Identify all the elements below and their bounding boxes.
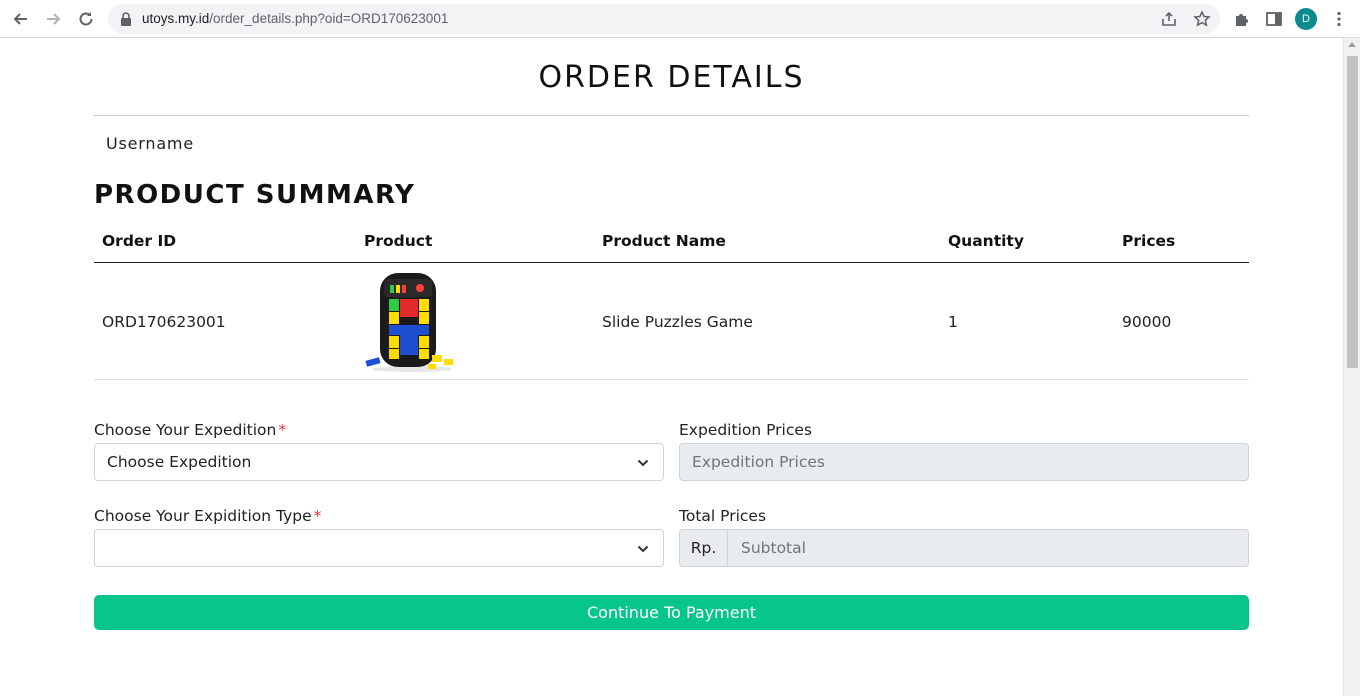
expedition-type-select[interactable]: [94, 529, 664, 567]
page-scrollbar[interactable]: [1343, 38, 1360, 696]
product-image: [365, 273, 453, 372]
chevron-down-icon: [637, 545, 649, 553]
total-prices-label: Total Prices: [679, 507, 767, 525]
expedition-label-text: Choose Your Expedition: [94, 421, 277, 439]
product-name-cell: Slide Puzzles Game: [602, 313, 753, 331]
scroll-up-arrow-icon[interactable]: [1348, 42, 1356, 47]
share-icon[interactable]: [1160, 10, 1178, 28]
scroll-thumb[interactable]: [1347, 56, 1358, 368]
reload-icon[interactable]: [74, 7, 98, 31]
expedition-type-label-text: Choose Your Expidition Type: [94, 507, 312, 525]
expedition-type-label: Choose Your Expidition Type *: [94, 507, 321, 525]
quantity-cell: 1: [948, 313, 958, 331]
column-header-order-id: Order ID: [102, 232, 177, 250]
subtotal-placeholder: Subtotal: [741, 539, 806, 557]
currency-addon: Rp.: [680, 530, 728, 566]
side-panel-icon[interactable]: [1265, 10, 1283, 28]
continue-to-payment-button[interactable]: Continue To Payment: [94, 595, 1249, 630]
expedition-prices-label: Expedition Prices: [679, 421, 812, 439]
required-mark: *: [313, 507, 322, 525]
title-divider: [94, 115, 1249, 116]
expedition-select[interactable]: Choose Expedition: [94, 443, 664, 481]
order-id-cell: ORD170623001: [102, 313, 226, 331]
back-arrow-icon[interactable]: [9, 7, 33, 31]
page-content: ORDER DETAILS Username PRODUCT SUMMARY O…: [0, 38, 1343, 696]
username-label: Username: [106, 134, 194, 153]
column-header-product-name: Product Name: [602, 232, 726, 250]
table-header-divider: [94, 262, 1249, 263]
table-row-divider: [94, 379, 1249, 380]
url-text: utoys.my.id/order_details.php?oid=ORD170…: [142, 11, 448, 26]
expedition-select-value: Choose Expedition: [107, 453, 252, 471]
address-bar[interactable]: utoys.my.id/order_details.php?oid=ORD170…: [108, 4, 1220, 34]
browser-toolbar: utoys.my.id/order_details.php?oid=ORD170…: [0, 0, 1360, 38]
required-mark: *: [278, 421, 287, 439]
url-path: /order_details.php?oid=ORD170623001: [209, 11, 449, 26]
column-header-quantity: Quantity: [948, 232, 1024, 250]
lock-icon: [121, 12, 131, 26]
profile-avatar[interactable]: D: [1295, 8, 1317, 30]
url-host: utoys.my.id: [142, 11, 210, 26]
forward-arrow-icon[interactable]: [41, 7, 65, 31]
expedition-prices-field[interactable]: Expedition Prices: [679, 443, 1249, 481]
column-header-product: Product: [364, 232, 433, 250]
column-header-prices: Prices: [1122, 232, 1176, 250]
kebab-menu-icon[interactable]: [1330, 10, 1348, 28]
bookmark-star-icon[interactable]: [1193, 10, 1211, 28]
expedition-prices-placeholder: Expedition Prices: [692, 453, 825, 471]
page-title: ORDER DETAILS: [538, 60, 805, 95]
expedition-label: Choose Your Expedition *: [94, 421, 286, 439]
subtotal-field[interactable]: Rp. Subtotal: [679, 529, 1249, 567]
product-summary-title: PRODUCT SUMMARY: [94, 180, 416, 210]
price-cell: 90000: [1122, 313, 1172, 331]
extensions-puzzle-icon[interactable]: [1233, 10, 1251, 28]
chevron-down-icon: [637, 459, 649, 467]
